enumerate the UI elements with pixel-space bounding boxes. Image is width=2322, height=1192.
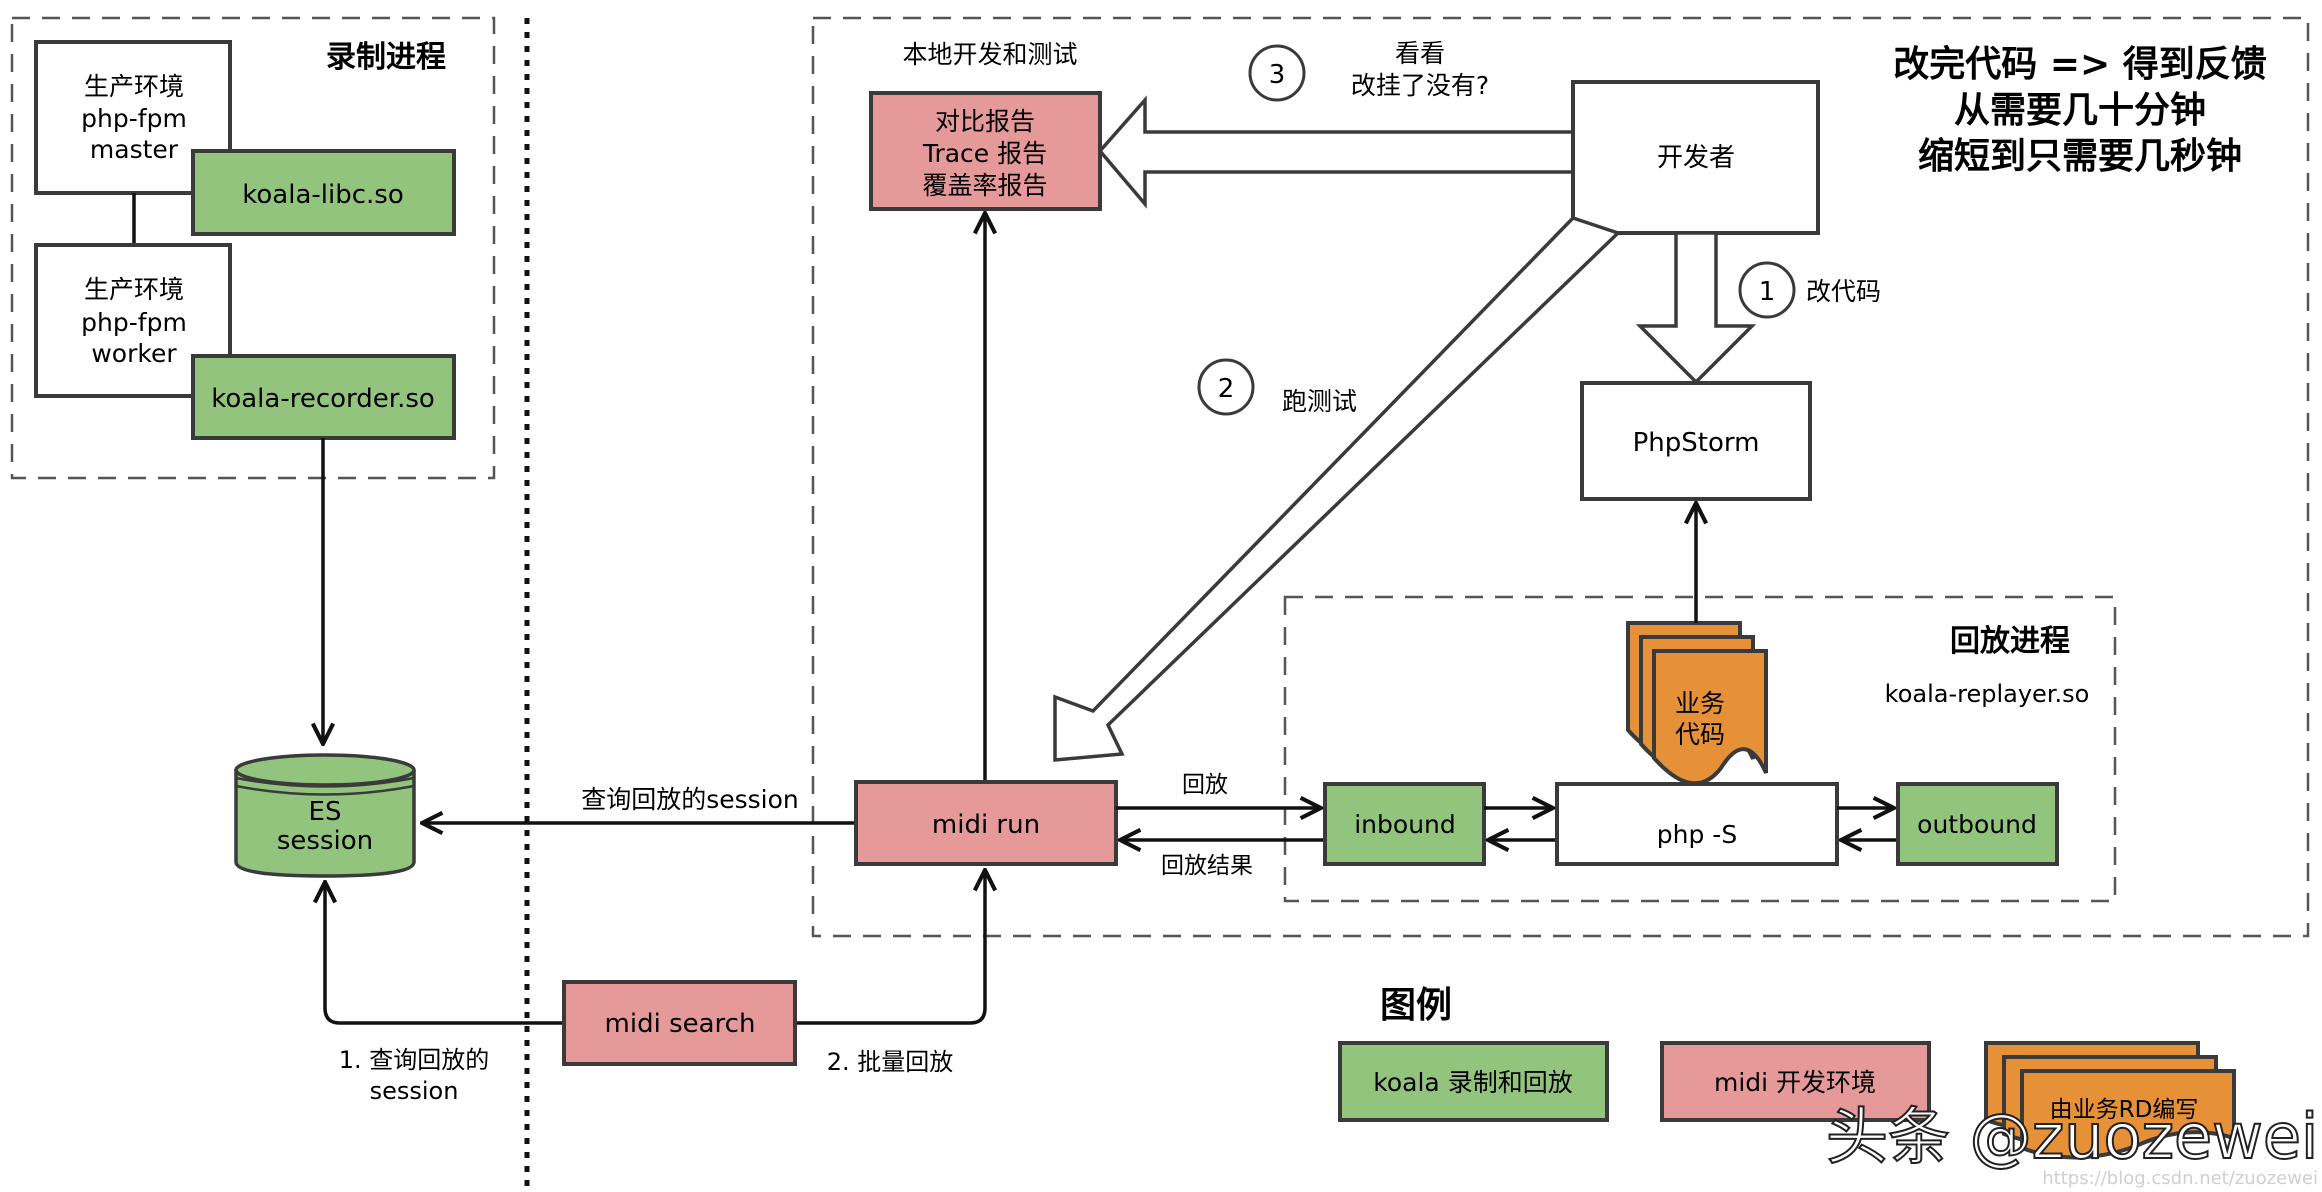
es-label-line1: ES <box>309 797 342 827</box>
step3-label-line2: 改挂了没有? <box>1351 71 1489 100</box>
master-line3: master <box>90 135 179 164</box>
legend-koala-label: koala 录制和回放 <box>1373 1068 1572 1097</box>
inbound-label: inbound <box>1354 810 1456 839</box>
headline-line2: 从需要几十分钟 <box>1954 90 2206 131</box>
step3-label-line1: 看看 <box>1395 39 1445 68</box>
step1-query-line1: 1. 查询回放的 <box>339 1046 490 1074</box>
query-session-label: 查询回放的session <box>581 785 799 814</box>
worker-line3: worker <box>91 339 177 368</box>
watermark-main: 头条 @zuozewei <box>1826 1100 2318 1173</box>
report-line1: 对比报告 <box>935 107 1035 136</box>
step2-label: 跑测试 <box>1282 387 1357 416</box>
master-line1: 生产环境 <box>84 72 184 101</box>
outbound-label: outbound <box>1917 810 2037 839</box>
legend-title: 图例 <box>1380 985 1452 1026</box>
phpstorm-label: PhpStorm <box>1633 428 1760 458</box>
developer-label: 开发者 <box>1657 143 1735 173</box>
watermark-url: https://blog.csdn.net/zuozewei <box>2042 1168 2318 1189</box>
midi-run-label: midi run <box>932 810 1040 840</box>
biz-code-line2: 代码 <box>1675 720 1725 749</box>
step1-hollow-arrow <box>1635 231 1757 385</box>
search-to-midi-run-arrow <box>795 870 985 1025</box>
step3-hollow-arrow <box>1097 95 1575 209</box>
koala-libc-label: koala-libc.so <box>242 180 403 210</box>
headline-line1: 改完代码 => 得到反馈 <box>1893 44 2266 85</box>
record-process-title: 录制进程 <box>326 40 446 75</box>
koala-recorder-label: koala-recorder.so <box>211 384 435 414</box>
master-line2: php-fpm <box>81 104 187 133</box>
worker-line1: 生产环境 <box>84 275 184 304</box>
step1-query-line2: session <box>370 1077 459 1105</box>
step2-batch-label: 2. 批量回放 <box>827 1048 954 1076</box>
headline-line3: 缩短到只需要几秒钟 <box>1918 136 2242 177</box>
midi-search-label: midi search <box>605 1009 756 1039</box>
replayer-so-label: koala-replayer.so <box>1885 680 2090 708</box>
local-dev-title: 本地开发和测试 <box>902 40 1077 69</box>
architecture-diagram: 录制进程 生产环境 php-fpm master koala-libc.so 生… <box>10 16 2319 1189</box>
report-line2: Trace 报告 <box>922 139 1047 168</box>
replay-process-title: 回放进程 <box>1950 624 2070 659</box>
worker-line2: php-fpm <box>81 308 187 337</box>
biz-code-line1: 业务 <box>1675 689 1725 718</box>
replay-result-label: 回放结果 <box>1161 853 1253 879</box>
step2-hollow-arrow <box>1053 215 1622 762</box>
step1-label: 改代码 <box>1806 277 1881 306</box>
es-label-line2: session <box>277 826 373 856</box>
legend-midi-label: midi 开发环境 <box>1714 1068 1876 1097</box>
step3-number: 3 <box>1269 60 1286 90</box>
php-s-label: php -S <box>1657 820 1737 849</box>
step2-number: 2 <box>1218 374 1235 404</box>
replay-label: 回放 <box>1182 772 1228 798</box>
report-line3: 覆盖率报告 <box>922 171 1047 200</box>
step1-number: 1 <box>1759 277 1776 307</box>
